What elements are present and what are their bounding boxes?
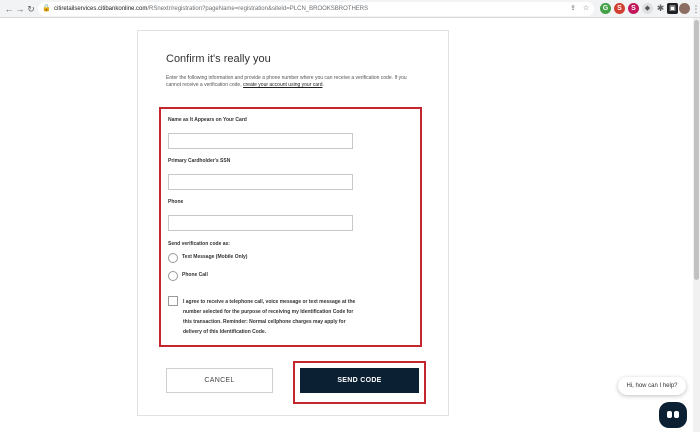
extension-s2-icon[interactable]: S [628,3,639,14]
page-title: Confirm it's really you [166,53,271,65]
verification-card: Confirm it's really you Enter the follow… [137,30,449,416]
send-code-label: Send verification code as: [168,241,230,247]
send-code-button[interactable]: SEND CODE [300,368,419,393]
share-icon[interactable]: ⇪ [568,4,578,14]
page-scrollbar[interactable] [693,18,700,432]
ssn-label: Primary Cardholder's SSN [168,158,231,164]
phone-label: Phone [168,199,184,205]
consent-text: I agree to receive a telephone call, voi… [183,299,356,335]
bookmark-star-icon[interactable]: ☆ [581,4,591,14]
extension-box-icon[interactable]: ▣ [667,3,678,14]
send-highlight-box: SEND CODE [293,361,426,404]
form-highlight-box: Name as It Appears on Your Card Primary … [159,107,422,347]
phone-input[interactable] [168,215,353,231]
chat-greeting-bubble[interactable]: Hi, how can I help? [618,377,686,395]
chat-bot-eye-right [674,411,679,418]
name-input[interactable] [168,133,353,149]
cancel-button[interactable]: CANCEL [166,368,273,393]
scrollbar-thumb[interactable] [694,20,699,280]
intro-text: Enter the following information and prov… [166,75,416,89]
browser-toolbar: ← → ↻ 🔒 citiretailservices.citibankonlin… [0,0,700,18]
menu-dots-icon[interactable]: ⋮ [690,3,700,15]
extension-s-letter: S [617,5,622,12]
profile-avatar[interactable] [679,3,690,14]
extension-grammarly-icon[interactable]: G [600,3,611,14]
address-bar[interactable]: 🔒 citiretailservices.citibankonline.com/… [38,2,594,16]
extension-s2-letter: S [631,5,636,12]
create-account-link[interactable]: create your account using your card [243,82,323,88]
url-host: citiretailservices.citibankonline.com [54,6,148,12]
chat-bot-eye-left [667,411,672,418]
url-path: /RSnextr/registration?pageName=registrat… [147,6,369,12]
name-label: Name as It Appears on Your Card [168,117,247,123]
url-text: citiretailservices.citibankonline.com/RS… [54,2,368,16]
intro-end: . [322,82,324,88]
consent-checkbox[interactable] [168,296,178,306]
ssn-input[interactable] [168,174,353,190]
text-message-radio[interactable] [168,253,178,263]
extension-shield-icon[interactable]: ◆ [642,3,653,14]
extension-s-icon[interactable]: S [614,3,625,14]
puzzle-icon[interactable]: ✱ [655,3,666,14]
text-message-label: Text Message (Mobile Only) [182,254,248,260]
chat-bot-icon[interactable] [659,402,687,428]
reload-icon[interactable]: ↻ [25,3,37,15]
lock-icon[interactable]: 🔒 [42,4,52,14]
phone-call-radio[interactable] [168,271,178,281]
phone-call-label: Phone Call [182,272,208,278]
